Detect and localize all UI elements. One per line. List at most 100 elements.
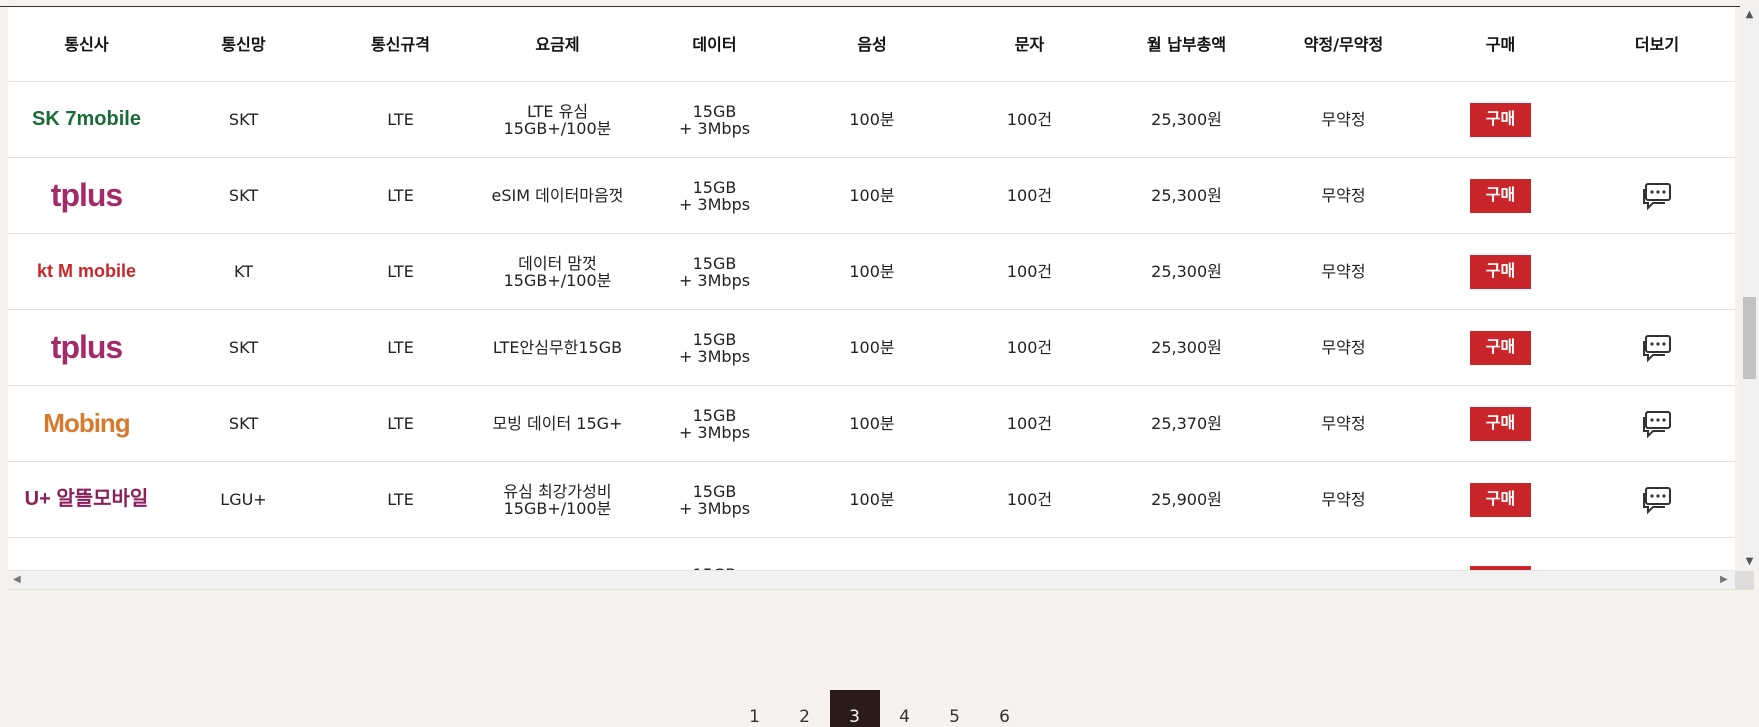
- voice-cell: 100분: [849, 414, 895, 433]
- table-row: tplus SKT LTE LTE안심무한15GB 15GB + 3Mbps 1…: [8, 310, 1735, 386]
- header-sms: 문자: [1014, 34, 1045, 54]
- scroll-up-arrow-icon[interactable]: ▲: [1744, 10, 1755, 20]
- contract-cell: 무약정: [1321, 414, 1366, 433]
- carrier-logo-mobing: Mobing: [8, 386, 165, 461]
- carrier-logo-tplus: tplus: [8, 158, 165, 233]
- page-4[interactable]: 4: [880, 690, 930, 727]
- data-cell: 15GB + 3Mbps: [678, 177, 751, 214]
- buy-cell: 구매: [1422, 310, 1579, 385]
- table-bottom-divider: [8, 589, 1735, 590]
- buy-button[interactable]: 구매: [1470, 482, 1531, 517]
- data-cell: 15GB + 3Mbps: [678, 101, 751, 138]
- table-row: kt M mobile KT LTE 데이터 맘껏 15GB+/100분 15G…: [8, 234, 1735, 310]
- data-cell: 15GB: [636, 538, 793, 570]
- more-cell: [1579, 538, 1735, 570]
- scroll-down-arrow-icon[interactable]: ▼: [1744, 557, 1755, 567]
- table-header: 통신사 통신망 통신규격 요금제 데이터 음성 문자 월 납부총액 약정/무약정…: [8, 7, 1735, 82]
- buy-button[interactable]: 구매: [1470, 254, 1531, 289]
- network-cell: SKT: [228, 186, 259, 205]
- header-data: 데이터: [692, 34, 737, 54]
- spec-cell: [322, 538, 479, 570]
- contract-cell: 무약정: [1321, 338, 1366, 357]
- buy-button[interactable]: 구매: [1470, 178, 1531, 213]
- horizontal-scrollbar[interactable]: ◀ ▶: [8, 570, 1754, 590]
- plan-cell: LTE 유심 15GB+/100분: [503, 101, 612, 138]
- data-cell: 15GB + 3Mbps: [678, 253, 751, 290]
- voice-cell: 100분: [849, 110, 895, 129]
- carrier-logo-partial: ●: [8, 538, 165, 570]
- network-cell: [165, 538, 322, 570]
- plan-cell: LTE안심무한15GB: [492, 338, 623, 357]
- header-buy: 구매: [1485, 34, 1516, 54]
- spec-cell: LTE: [387, 262, 414, 281]
- ktmmobile-logo: kt M mobile: [36, 261, 136, 281]
- mobing-logo: Mobing: [43, 408, 130, 438]
- buy-button[interactable]: 구매: [1470, 406, 1531, 441]
- page-6[interactable]: 6: [980, 690, 1030, 727]
- table-row: SK 7mobile SKT LTE LTE 유심 15GB+/100분 15G…: [8, 82, 1735, 158]
- data-cell: 15GB + 3Mbps: [678, 405, 751, 442]
- chat-icon[interactable]: [1641, 334, 1673, 362]
- pagination: 1 2 3 4 5 6: [0, 690, 1759, 727]
- spec-cell: LTE: [387, 186, 414, 205]
- plan-cell: 유심 최강가성비 15GB+/100분: [503, 481, 612, 518]
- tplus-logo: tplus: [50, 177, 123, 213]
- page-2[interactable]: 2: [780, 690, 830, 727]
- network-cell: SKT: [228, 414, 259, 433]
- scroll-left-arrow-icon[interactable]: ◀: [13, 575, 23, 585]
- price-cell: 25,900원: [1151, 490, 1222, 509]
- more-cell: [1579, 462, 1735, 537]
- buy-cell: 구매: [1422, 82, 1579, 157]
- vertical-scroll-thumb[interactable]: [1743, 297, 1756, 379]
- chat-icon[interactable]: [1641, 486, 1673, 514]
- page-3-current[interactable]: 3: [829, 690, 880, 727]
- spec-cell: LTE: [387, 414, 414, 433]
- buy-cell: 구매: [1422, 158, 1579, 233]
- sms-cell: 100건: [1006, 110, 1053, 129]
- price-cell: 25,300원: [1151, 110, 1222, 129]
- sms-cell: 100건: [1006, 490, 1053, 509]
- network-cell: LGU+: [220, 490, 267, 509]
- sms-cell: 100건: [1006, 414, 1053, 433]
- sms-cell: 100건: [1006, 262, 1053, 281]
- page-1[interactable]: 1: [730, 690, 780, 727]
- scroll-right-arrow-icon[interactable]: ▶: [1720, 575, 1730, 585]
- more-cell: [1579, 82, 1735, 157]
- spec-cell: LTE: [387, 338, 414, 357]
- spec-cell: LTE: [387, 490, 414, 509]
- buy-button[interactable]: 구매: [1470, 102, 1531, 137]
- contract-cell: 무약정: [1321, 262, 1366, 281]
- vertical-scrollbar[interactable]: ▲ ▼: [1740, 7, 1759, 570]
- sms-cell: 100건: [1006, 338, 1053, 357]
- table-row-partial: ● 15GB: [8, 538, 1735, 570]
- buy-cell: 구매: [1422, 234, 1579, 309]
- voice-cell: 100분: [849, 186, 895, 205]
- chat-icon[interactable]: [1641, 410, 1673, 438]
- carrier-logo-sk7mobile: SK 7mobile: [8, 82, 165, 157]
- price-cell: 25,300원: [1151, 338, 1222, 357]
- spec-cell: LTE: [387, 110, 414, 129]
- data-cell: 15GB + 3Mbps: [678, 329, 751, 366]
- table-row: U+ 알뜰모바일 LGU+ LTE 유심 최강가성비 15GB+/100분 15…: [8, 462, 1735, 538]
- contract-cell: [1265, 538, 1422, 570]
- price-cell: 25,370원: [1151, 414, 1222, 433]
- page-5[interactable]: 5: [930, 690, 980, 727]
- more-cell: [1579, 234, 1735, 309]
- buy-button[interactable]: 구매: [1470, 330, 1531, 365]
- header-network: 통신망: [221, 34, 266, 54]
- header-plan: 요금제: [535, 34, 580, 54]
- network-cell: SKT: [228, 338, 259, 357]
- tplus-logo: tplus: [50, 329, 123, 365]
- voice-cell: 100분: [849, 490, 895, 509]
- network-cell: KT: [233, 262, 254, 281]
- buy-cell: [1422, 538, 1579, 570]
- plan-cell: [479, 538, 636, 570]
- contract-cell: 무약정: [1321, 186, 1366, 205]
- plan-cell: 데이터 맘껏 15GB+/100분: [503, 253, 612, 290]
- data-cell: 15GB + 3Mbps: [678, 481, 751, 518]
- price-cell: 25,300원: [1151, 262, 1222, 281]
- chat-icon[interactable]: [1641, 182, 1673, 210]
- carrier-logo-ktmmobile: kt M mobile: [8, 234, 165, 309]
- sk7mobile-logo: SK 7mobile: [32, 108, 141, 130]
- price-cell: 25,300원: [1151, 186, 1222, 205]
